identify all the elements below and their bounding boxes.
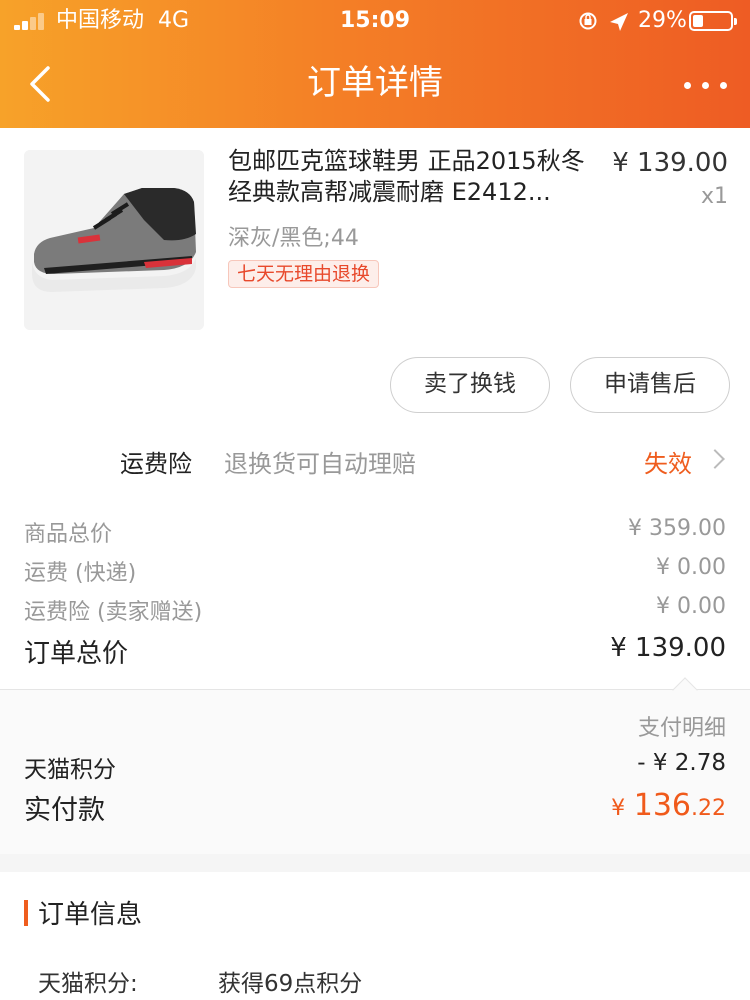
insurance-status: 失效: [644, 450, 692, 478]
insurance-description: 退换货可自动理赔: [224, 450, 416, 478]
actual-amount-int: 136: [633, 788, 691, 823]
order-info-points-value: 获得69点积分: [218, 971, 363, 997]
insurance-fee-label: 运费险 (卖家赠送): [24, 600, 203, 625]
section-accent-bar: [24, 900, 28, 926]
shipping-fee-row: 运费 (快递) ¥ 0.00: [24, 555, 726, 587]
order-card: 包邮匹克篮球鞋男 正品2015秋冬经典款高帮减震耐磨 E2412... ¥ 13…: [0, 128, 750, 854]
goods-total-value: ¥ 359.00: [628, 516, 726, 541]
chevron-right-icon: [705, 449, 725, 469]
payment-detail-link[interactable]: 支付明细: [638, 710, 726, 742]
pointer-triangle: [672, 677, 698, 703]
points-row: 天猫积分 - ¥ 2.78: [24, 750, 726, 784]
order-detail-screen: 中国移动 4G 15:09 29% 订单详情 包邮匹克篮球鞋男 正品2015秋冬…: [0, 0, 750, 1000]
insurance-fee-row: 运费险 (卖家赠送) ¥ 0.00: [24, 594, 726, 626]
product-quantity: x1: [700, 184, 728, 209]
product-price: ¥ 139.00: [612, 148, 728, 178]
order-total-value: ¥ 139.00: [610, 633, 726, 663]
order-total-label: 订单总价: [24, 639, 129, 669]
points-value: - ¥ 2.78: [637, 750, 726, 776]
actual-amount-dec: .22: [691, 796, 726, 821]
actual-payment-row: 实付款 ¥ 136.22: [24, 788, 726, 827]
actual-payment-value: ¥ 136.22: [611, 788, 726, 823]
goods-total-label: 商品总价: [24, 522, 113, 547]
after-sale-button[interactable]: 申请售后: [570, 357, 730, 413]
shipping-fee-value: ¥ 0.00: [656, 555, 726, 580]
product-spec: 深灰/黑色;44: [228, 226, 359, 251]
shipping-insurance-row[interactable]: 运费险 退换货可自动理赔 失效: [0, 428, 750, 492]
payment-section: 支付明细 天猫积分 - ¥ 2.78 实付款 ¥ 136.22: [0, 677, 750, 854]
battery-icon: [689, 11, 737, 31]
points-label: 天猫积分: [24, 757, 116, 783]
rotation-lock-and-location-icon: [579, 12, 628, 31]
more-dots-icon[interactable]: [678, 70, 734, 100]
goods-total-row: 商品总价 ¥ 359.00: [24, 516, 726, 548]
sneaker-image: [24, 150, 204, 330]
order-total-row: 订单总价 ¥ 139.00: [24, 633, 726, 670]
insurance-fee-value: ¥ 0.00: [656, 594, 726, 619]
product-thumbnail[interactable]: [24, 150, 204, 330]
shipping-fee-label: 运费 (快递): [24, 561, 137, 586]
return-policy-badge: 七天无理由退换: [228, 260, 380, 288]
sell-button[interactable]: 卖了换钱: [390, 357, 550, 413]
actual-payment-label: 实付款: [24, 795, 105, 826]
order-info-title: 订单信息: [38, 900, 143, 930]
header: 中国移动 4G 15:09 29% 订单详情: [0, 0, 750, 128]
battery-percent: 29%: [638, 8, 687, 33]
order-info-section: 订单信息 天猫积分: 获得69点积分: [0, 872, 750, 1000]
insurance-label: 运费险: [120, 450, 192, 478]
page-title: 订单详情: [307, 63, 443, 103]
product-name[interactable]: 包邮匹克篮球鞋男 正品2015秋冬经典款高帮减震耐磨 E2412...: [228, 146, 598, 210]
actual-currency: ¥: [611, 796, 626, 821]
order-info-points-key: 天猫积分:: [38, 971, 138, 997]
